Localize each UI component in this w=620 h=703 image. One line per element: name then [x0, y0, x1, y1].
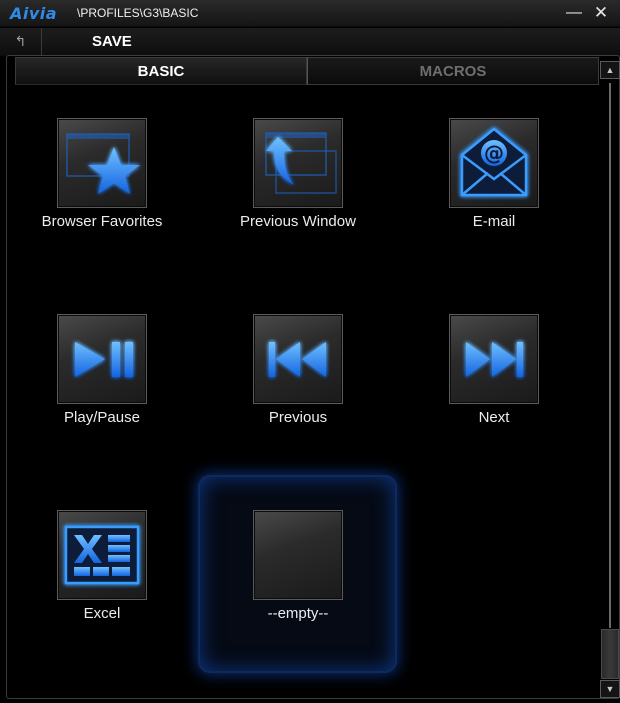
action-previous[interactable]: Previous: [228, 314, 368, 426]
scroll-up-button[interactable]: ▲: [600, 61, 620, 79]
action-next[interactable]: Next: [424, 314, 564, 426]
toolbar: ↰ SAVE: [0, 28, 620, 56]
scroll-track[interactable]: [609, 83, 611, 628]
app-logo: Aivia: [10, 4, 58, 23]
action-previous-window[interactable]: Previous Window: [228, 118, 368, 230]
play-pause-icon: [57, 314, 147, 404]
action-label: Play/Pause: [64, 409, 140, 426]
action-browser-favorites[interactable]: Browser Favorites: [32, 118, 172, 230]
svg-text:@: @: [484, 141, 504, 165]
action-label: Browser Favorites: [41, 213, 163, 230]
tab-bar: BASIC MACROS: [15, 57, 599, 85]
action-label: --empty--: [267, 605, 329, 622]
action-excel[interactable]: Excel: [32, 510, 172, 622]
action-label: Excel: [83, 605, 121, 622]
previous-track-icon: [253, 314, 343, 404]
scroll-thumb[interactable]: [601, 629, 619, 679]
tab-basic[interactable]: BASIC: [15, 57, 307, 85]
scroll-down-button[interactable]: ▼: [600, 680, 620, 698]
email-envelope-icon: @: [449, 118, 539, 208]
vertical-scrollbar[interactable]: ▲ ▼: [600, 61, 620, 698]
previous-window-icon: [253, 118, 343, 208]
action-label: Previous: [268, 409, 328, 426]
empty-slot-icon: [253, 510, 343, 600]
action-email[interactable]: @ E-mail: [424, 118, 564, 230]
action-label: E-mail: [472, 213, 516, 230]
next-track-icon: [449, 314, 539, 404]
action-empty-slot[interactable]: --empty--: [228, 510, 368, 622]
profile-path: \PROFILES\G3\BASIC: [77, 6, 199, 20]
star-window-icon: [57, 118, 147, 208]
title-bar: Aivia \PROFILES\G3\BASIC — ✕: [0, 0, 620, 27]
tab-macros[interactable]: MACROS: [307, 57, 599, 85]
minimize-button[interactable]: —: [563, 2, 585, 24]
excel-icon: [57, 510, 147, 600]
action-label: Next: [478, 409, 510, 426]
close-button[interactable]: ✕: [590, 2, 612, 24]
save-button[interactable]: SAVE: [92, 33, 132, 50]
action-play-pause[interactable]: Play/Pause: [32, 314, 172, 426]
action-label: Previous Window: [240, 213, 356, 230]
back-arrow-icon[interactable]: ↰: [0, 28, 42, 56]
